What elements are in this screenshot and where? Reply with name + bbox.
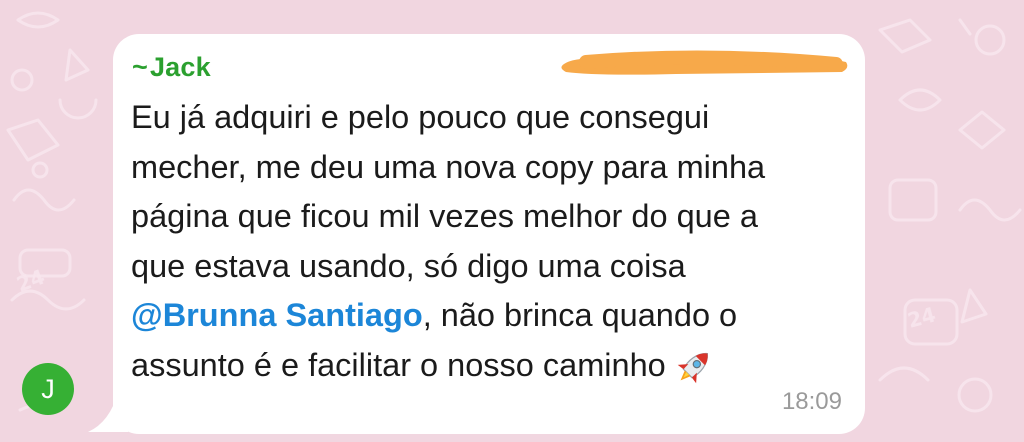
sender-prefix: ~ bbox=[132, 52, 148, 82]
message-line: que estava usando, só digo uma coisa bbox=[131, 247, 686, 284]
avatar-initial: J bbox=[41, 373, 55, 404]
redaction-mark bbox=[561, 50, 848, 75]
message-line: Eu já adquiri e pelo pouco que consegui bbox=[131, 99, 710, 135]
message-line: mecher, me deu uma nova copy para minha bbox=[131, 148, 766, 185]
sender-name[interactable]: ~Jack bbox=[132, 52, 211, 83]
message-text: Eu já adquiri e pelo pouco que consegui … bbox=[131, 93, 851, 390]
svg-text:24: 24 bbox=[905, 302, 938, 332]
rocket-icon bbox=[677, 352, 708, 384]
message-timestamp: 18:09 bbox=[781, 388, 842, 415]
message-line: assunto é e facilitar o nosso caminho bbox=[131, 341, 851, 391]
sender-avatar[interactable]: J bbox=[22, 363, 74, 415]
message-line: @Brunna Santiago, não brinca quando o bbox=[131, 291, 851, 341]
sender-label: Jack bbox=[149, 52, 211, 82]
message-line: página que ficou mil vezes melhor do que… bbox=[131, 198, 758, 234]
mention-link[interactable]: @Brunna Santiago bbox=[131, 297, 423, 333]
message-text-after-mention: , não brinca quando o bbox=[422, 297, 738, 333]
message-last-line: assunto é e facilitar o nosso caminho bbox=[131, 346, 666, 383]
